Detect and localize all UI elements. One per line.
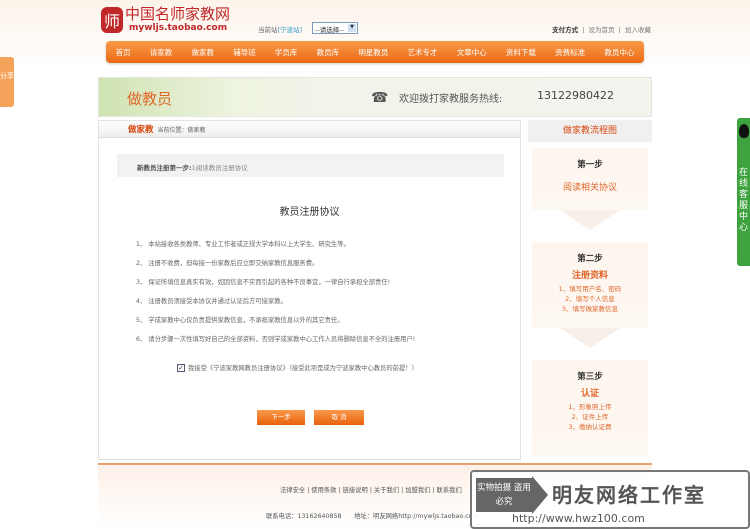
nav-item[interactable]: 文章中心 [457,47,487,58]
step-item: 1、填写用户名、密码 [558,285,622,293]
logo-seal: 师 [101,6,123,33]
step-item: 3、缴纳认证费 [568,423,612,431]
nav-item[interactable]: 明星教员 [358,47,388,58]
step-item: 2、填写个人信息 [565,295,615,303]
nav-item[interactable]: 学员库 [275,47,298,58]
online-service-tab[interactable]: 在线客服中心 [737,118,750,266]
nav-item[interactable]: 教员库 [317,47,340,58]
section-title: 做家教 [128,125,154,135]
qq-icon [739,124,749,138]
share-tab[interactable]: 分享 [0,57,14,107]
nav-item[interactable]: 教员中心 [604,47,634,58]
flow-step-1: 第一步 阅读相关协议 [532,148,648,210]
hotline-label: 欢迎拨打家教服务热线: [399,94,503,105]
step-number: 第三步 [577,372,603,382]
flow-step-2: 第二步 注册资料 1、填写用户名、密码 2、填写个人信息 3、填写做家教信息 [532,242,648,328]
logo-url: mywljs.taobao.com [129,23,228,33]
term-item: 3、 保证所填信息真实有效，如因信息不实而引起的各种不良事宜，一律自行承担全部责… [136,279,391,286]
chevron-down-icon: ▼ [348,24,356,32]
term-item: 6、 请分步骤一次性填写好自己的全部资料，否则学成家教中心工作人员将删除信息不全… [136,336,416,343]
next-button[interactable]: 下一步 [257,410,305,425]
flow-title: 做家教流程图 [528,120,652,142]
agree-row: ✓ 我接受《宁波家教网教员注册协议》（接受此项是成为宁波家教中心教员的前提！） [177,363,418,372]
agree-checkbox[interactable]: ✓ [177,363,185,372]
step-item: 3、填写做家教信息 [561,305,619,313]
flow-step-3: 第三步 认证 1、形象照上传 2、证件上传 3、缴纳认证费 [532,360,648,456]
main-panel: 做家教 当前位置：做家教 新教员注册第一步:1阅读教员注册协议 教员注册协议 1、… [98,120,521,460]
flow-sidebar: 做家教流程图 第一步 阅读相关协议 第二步 注册资料 1、填写用户名、密码 2、… [528,120,652,456]
step-bar: 新教员注册第一步:1阅读教员注册协议 [117,154,504,177]
bookmark-link[interactable]: 加入收藏 [625,26,651,34]
footer-contact: 联系电话：13162640858 地址：明友网络http://mywljs.ta… [266,513,479,520]
watermark: 实物拍摄 盗用必究 明友网络工作室 http://www.hwz100.com [470,470,750,529]
cancel-button[interactable]: 取 消 [314,410,364,425]
breadcrumb: 当前位置：做家教 [157,126,206,134]
header: 师 中国名师家教网 mywljs.taobao.com 当前站[宁波站] --请… [0,0,750,70]
nav-item[interactable]: 辅导班 [233,47,256,58]
step-name: 认证 [580,389,599,399]
nav-item[interactable]: 艺术专才 [408,47,438,58]
watermark-tag: 实物拍摄 盗用必究 [476,478,532,512]
agreement-title: 教员注册协议 [279,207,340,218]
arrow-down-icon [560,328,620,348]
logo-title: 中国名师家教网 [125,5,231,23]
nav-item[interactable]: 请家教 [150,47,173,58]
panel-header: 做家教 当前位置：做家教 [99,121,520,138]
set-homepage-link[interactable]: 设为首页 [589,26,615,34]
step-number: 第二步 [577,254,603,264]
arrow-right-icon [532,476,548,514]
hotline-number: 13122980422 [537,89,614,102]
city-select[interactable]: --请选择-- ▼ [312,22,358,34]
current-site: 当前站[宁波站] [258,24,302,34]
step-label: 新教员注册第一步: [137,164,192,172]
online-service-label: 在线客服中心 [738,168,748,233]
nav-item[interactable]: 资费标准 [555,47,585,58]
step-number: 第一步 [577,160,603,170]
main-nav: 首页 请家教 做家教 辅导班 学员库 教员库 明星教员 艺术专才 文章中心 资料… [106,41,644,63]
site-city[interactable]: [宁波站] [278,26,303,34]
footer-links[interactable]: 法律安全 | 使用条款 | 链接说明 | 关于我们 | 加盟我们 | 联系我们 [280,485,462,494]
payment-link[interactable]: 支付方式 [552,26,578,34]
terms-list: 1、 本站接收各类教师、专业工作者或正规大学本科以上大学生、研究生等。 2、 注… [136,239,415,353]
term-item: 1、 本站接收各类教师、专业工作者或正规大学本科以上大学生、研究生等。 [136,241,350,248]
term-item: 4、 注册教员须接受本协议并通过认证后方可接家教。 [136,298,287,305]
logo[interactable]: 师 中国名师家教网 mywljs.taobao.com [101,6,230,33]
nav-item[interactable]: 做家教 [192,47,215,58]
nav-item[interactable]: 资料下载 [506,47,536,58]
top-links: 支付方式 | 设为首页 | 加入收藏 [552,26,651,34]
arrow-down-icon [560,210,620,230]
nav-item[interactable]: 首页 [116,47,131,58]
site-label: 当前站 [258,26,278,34]
step-name: 注册资料 [571,271,608,281]
step-text: 1阅读教员注册协议 [191,164,248,172]
banner: 做教员 ☎ 欢迎拨打家教服务热线: 13122980422 [98,77,652,117]
step-item: 2、证件上传 [571,413,609,421]
step-item: 1、形象照上传 [568,403,612,411]
step-name: 阅读相关协议 [562,183,617,193]
phone-icon: ☎ [371,90,389,106]
agree-label[interactable]: 我接受《宁波家教网教员注册协议》（接受此项是成为宁波家教中心教员的前提！） [188,363,418,372]
banner-title: 做教员 [127,90,173,108]
term-item: 5、 学成家教中心仅负责提供家教信息，不承担家教信息以外的其它责任。 [136,317,344,324]
watermark-url: http://www.hwz100.com [512,512,645,525]
watermark-name: 明友网络工作室 [552,483,706,507]
term-item: 2、 注册不收费，但每接一份家教后应立即交纳家教信息服务费。 [136,260,319,267]
city-select-value: --请选择-- [315,26,344,34]
